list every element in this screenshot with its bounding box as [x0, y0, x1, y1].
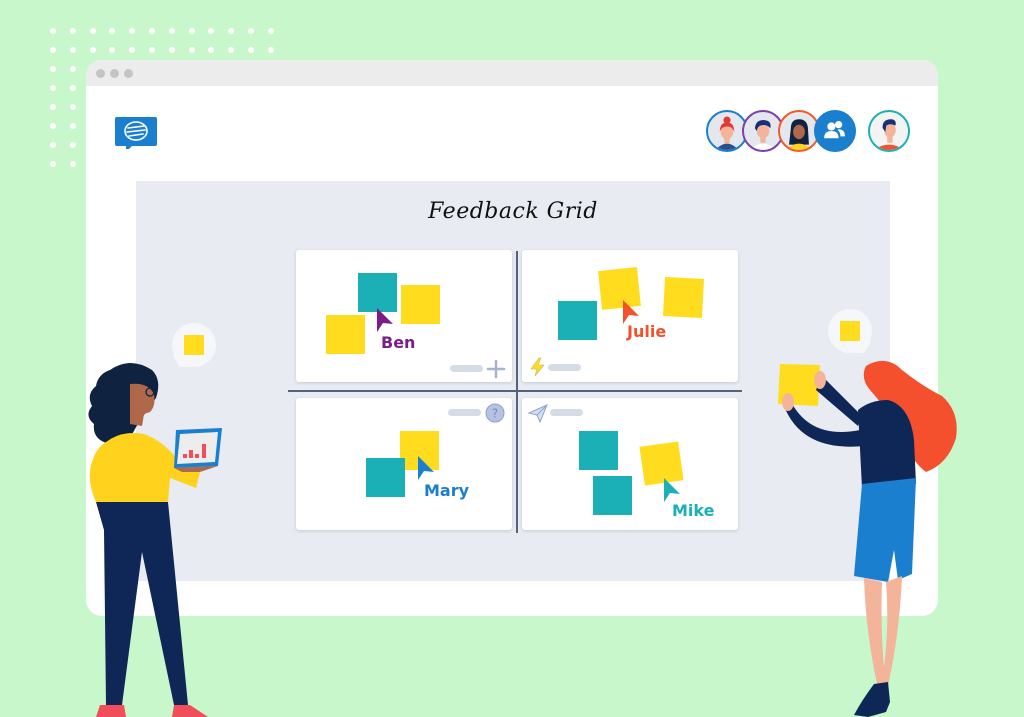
background-dot: [188, 47, 195, 53]
background-dot: [248, 47, 254, 53]
cursor-label-julie: Julie: [627, 322, 667, 341]
background-dot: [69, 161, 76, 167]
current-user-avatar[interactable]: [868, 110, 910, 152]
sticky-note-icon: [840, 321, 860, 341]
background-dot: [228, 47, 235, 53]
grid-divider-horizontal: [288, 390, 742, 392]
background-dot: [267, 28, 274, 34]
background-dot: [50, 123, 56, 129]
background-dot: [208, 47, 215, 53]
cursor-icon: [664, 478, 680, 502]
quadrant-bottom-left[interactable]: Mary ?: [296, 398, 512, 530]
grid-divider-vertical: [516, 251, 518, 533]
cursor-icon: [377, 308, 393, 332]
background-dot: [69, 85, 76, 91]
sticky-note[interactable]: [358, 273, 397, 312]
background-dot: [208, 28, 215, 34]
quadrant-top-right[interactable]: Julie: [522, 250, 738, 382]
background-dot: [168, 47, 175, 53]
window-control-dot[interactable]: [124, 69, 133, 78]
paper-plane-icon[interactable]: [528, 403, 548, 423]
toolbar-pill: [448, 409, 481, 416]
lightning-icon[interactable]: [528, 357, 548, 377]
window-control-dot[interactable]: [96, 69, 105, 78]
background-dot: [69, 142, 76, 148]
cursor-icon: [623, 300, 639, 324]
background-dot: [129, 47, 136, 53]
woman-with-laptop-illustration: [88, 363, 222, 717]
toolbar-pill: [450, 365, 483, 372]
background-dot: [188, 28, 195, 34]
question-icon[interactable]: ?: [485, 403, 505, 423]
users-icon[interactable]: [814, 110, 856, 152]
window-control-dot[interactable]: [110, 69, 119, 78]
window-titlebar: [86, 60, 938, 86]
sticky-note[interactable]: [579, 431, 618, 470]
background-dot: [109, 47, 116, 53]
chat-bubble-logo-icon[interactable]: [115, 117, 157, 152]
background-dot: [69, 104, 76, 110]
sticky-note[interactable]: [593, 476, 632, 515]
sticky-note-icon: [184, 335, 204, 355]
background-dot: [50, 28, 56, 34]
background-dot: [50, 85, 56, 91]
cursor-icon: [418, 456, 434, 480]
toolbar-pill: [550, 409, 583, 416]
sticky-note[interactable]: [326, 315, 365, 354]
background-dot: [50, 47, 56, 53]
background-dot: [267, 47, 274, 53]
background-dot: [89, 47, 96, 53]
cursor-label-mike: Mike: [672, 501, 715, 520]
background-dot: [248, 28, 254, 34]
background-dot: [69, 66, 76, 72]
background-dot: [50, 161, 56, 167]
background-dot: [129, 28, 136, 34]
background-dot: [149, 47, 155, 53]
cursor-label-mary: Mary: [424, 481, 470, 500]
background-dot: [69, 123, 76, 129]
background-dot: [69, 47, 76, 53]
background-dot: [149, 28, 155, 34]
plus-icon[interactable]: [486, 359, 506, 379]
background-dot: [109, 28, 116, 34]
background-dot: [89, 28, 96, 34]
sticky-note[interactable]: [401, 285, 440, 324]
quadrant-top-left[interactable]: Ben: [296, 250, 512, 382]
background-dot: [168, 28, 175, 34]
board-title: Feedback Grid: [428, 199, 598, 224]
cursor-label-ben: Ben: [381, 333, 416, 352]
svg-text:?: ?: [492, 407, 498, 421]
toolbar-pill: [548, 364, 581, 371]
background-dot: [50, 66, 56, 72]
laptop-icon: [174, 428, 222, 472]
sticky-note[interactable]: [558, 301, 597, 340]
quadrant-bottom-right[interactable]: Mike: [522, 398, 738, 530]
background-dot: [69, 28, 76, 34]
background-dot: [228, 28, 235, 34]
woman-placing-note-illustration: [778, 360, 957, 717]
sticky-note[interactable]: [663, 277, 704, 318]
sticky-note[interactable]: [366, 458, 405, 497]
speech-bubble: [828, 309, 872, 353]
background-dot: [50, 142, 56, 148]
background-dot: [50, 104, 56, 110]
collaborator-avatars: [706, 110, 936, 154]
